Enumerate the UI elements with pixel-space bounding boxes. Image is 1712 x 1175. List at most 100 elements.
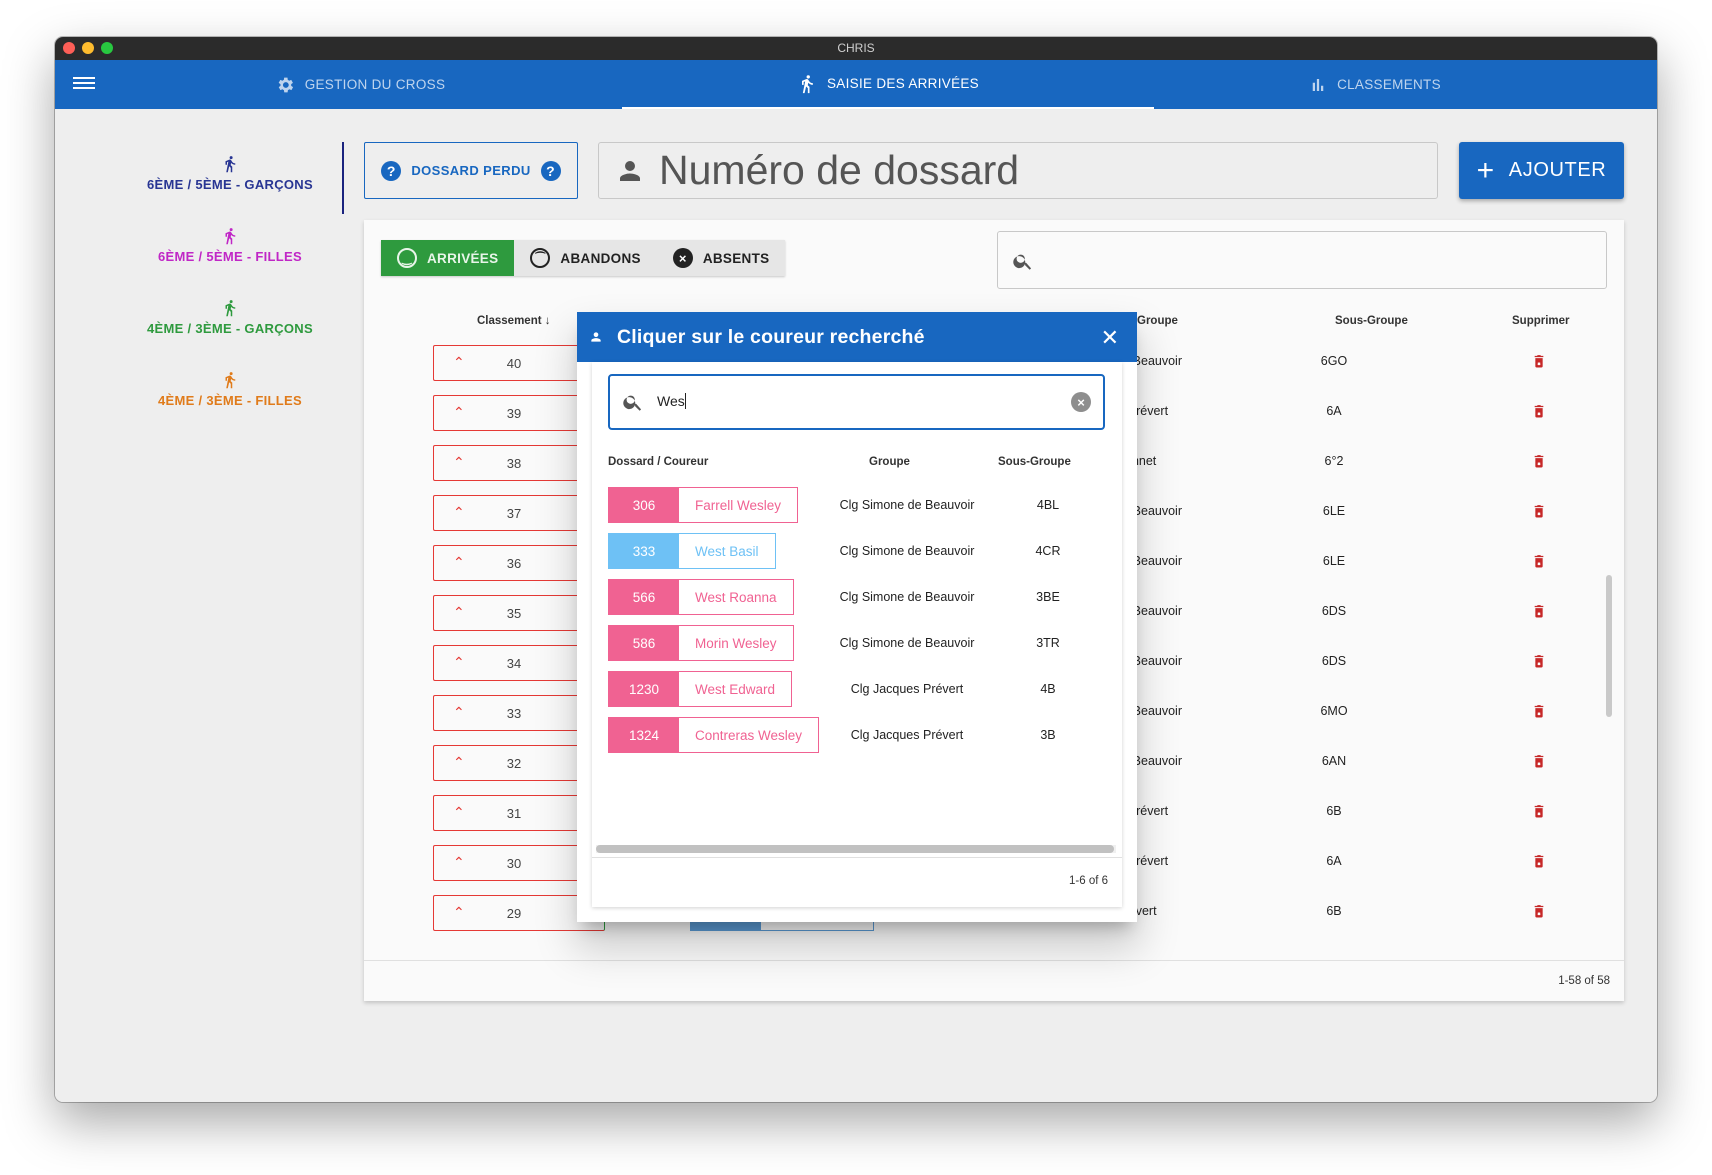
segment-label: ABANDONS	[560, 250, 641, 266]
bib-number: 1230	[609, 672, 679, 706]
chevron-up-icon[interactable]: ⌃	[453, 404, 465, 421]
dialog-header: Cliquer sur le coureur recherché ✕	[577, 312, 1137, 362]
close-window-button[interactable]	[63, 42, 75, 54]
hamburger-menu-icon[interactable]	[73, 74, 95, 94]
runner-icon	[225, 300, 236, 317]
delete-icon[interactable]	[1531, 852, 1547, 871]
delete-icon[interactable]	[1531, 902, 1547, 921]
lost-bib-button[interactable]: ? DOSSARD PERDU ?	[364, 142, 578, 199]
gear-icon	[278, 77, 293, 92]
delete-icon[interactable]	[1531, 702, 1547, 721]
sidebar-item-label: 6ÈME / 5ÈME - GARÇONS	[147, 177, 313, 192]
table-search-input[interactable]	[997, 231, 1607, 289]
person-icon	[620, 160, 640, 181]
result-group: Clg Simone de Beauvoir	[839, 636, 975, 650]
result-subgroup: 4B	[1040, 682, 1056, 696]
chevron-up-icon[interactable]: ⌃	[453, 554, 465, 571]
dialog-title: Cliquer sur le coureur recherché	[617, 325, 925, 348]
horizontal-scrollbar[interactable]	[596, 845, 1116, 853]
chevron-up-icon[interactable]: ⌃	[453, 754, 465, 771]
segment-arrivees[interactable]: ‿ ARRIVÉES	[381, 240, 515, 276]
chevron-up-icon[interactable]: ⌃	[453, 454, 465, 471]
subgroup-cell: 6LE	[1322, 504, 1346, 518]
chevron-up-icon[interactable]: ⌃	[453, 654, 465, 671]
sidebar-item-6-5-garcons[interactable]: 6ÈME / 5ÈME - GARÇONS	[115, 153, 345, 192]
chevron-up-icon[interactable]: ⌃	[453, 504, 465, 521]
runner-chip[interactable]: 1324 Contreras Wesley	[608, 717, 820, 753]
delete-icon[interactable]	[1531, 652, 1547, 671]
vertical-scrollbar[interactable]	[1606, 575, 1612, 717]
runner-chip[interactable]: 333 West Basil	[608, 533, 776, 569]
runner-search-dialog: Cliquer sur le coureur recherché ✕ Wes ×…	[577, 312, 1137, 922]
top-app-bar: GESTION DU CROSS SAISIE DES ARRIVÉES CLA…	[55, 60, 1657, 109]
segment-label: ABSENTS	[702, 250, 770, 266]
runner-chip[interactable]: 566 West Roanna	[608, 579, 794, 615]
delete-icon[interactable]	[1531, 752, 1547, 771]
tab-saisie-des-arrivees[interactable]: SAISIE DES ARRIVÉES	[622, 60, 1154, 109]
search-result-row[interactable]: 586 Morin Wesley Clg Simone de Beauvoir …	[608, 625, 1108, 675]
clear-search-icon[interactable]: ×	[1071, 392, 1091, 412]
chevron-up-icon[interactable]: ⌃	[453, 704, 465, 721]
chevron-up-icon[interactable]: ⌃	[453, 604, 465, 621]
delete-icon[interactable]	[1531, 402, 1547, 421]
rank-value: 32	[506, 756, 522, 771]
runner-name: West Roanna	[695, 589, 777, 605]
col-header-subgroup[interactable]: Sous-Groupe	[1335, 315, 1408, 327]
window-titlebar: CHRIS	[55, 37, 1657, 60]
tab-gestion-du-cross[interactable]: GESTION DU CROSS	[235, 60, 485, 109]
result-group: Clg Jacques Prévert	[850, 682, 964, 696]
bib-number-placeholder: Numéro de dossard	[659, 147, 1020, 193]
runner-chip[interactable]: 586 Morin Wesley	[608, 625, 794, 661]
segment-abandons[interactable]: ⁀ ABANDONS	[514, 240, 656, 276]
chevron-up-icon[interactable]: ⌃	[453, 354, 465, 371]
sidebar-active-indicator	[342, 142, 344, 214]
chevron-up-icon[interactable]: ⌃	[453, 904, 465, 921]
delete-icon[interactable]	[1531, 552, 1547, 571]
bib-number-input[interactable]: Numéro de dossard	[598, 142, 1438, 199]
bib-number: 333	[609, 534, 679, 568]
search-result-row[interactable]: 1324 Contreras Wesley Clg Jacques Préver…	[608, 717, 1108, 767]
delete-icon[interactable]	[1531, 502, 1547, 521]
dialog-col-subgroup: Sous-Groupe	[998, 456, 1071, 468]
zoom-window-button[interactable]	[101, 42, 113, 54]
col-header-group[interactable]: Groupe	[1137, 315, 1178, 327]
tab-classements[interactable]: CLASSEMENTS	[1275, 60, 1475, 109]
sidebar-item-4-3-garcons[interactable]: 4ÈME / 3ÈME - GARÇONS	[115, 297, 345, 336]
help-icon: ?	[381, 160, 402, 181]
tab-label: SAISIE DES ARRIVÉES	[826, 76, 979, 91]
bib-number: 306	[609, 488, 679, 522]
subgroup-cell: 6B	[1326, 904, 1342, 918]
result-subgroup: 3BE	[1036, 590, 1060, 604]
runner-chip[interactable]: 306 Farrell Wesley	[608, 487, 799, 523]
close-icon[interactable]: ✕	[1101, 325, 1119, 351]
delete-icon[interactable]	[1531, 452, 1547, 471]
rank-value: 33	[506, 706, 522, 721]
runner-icon	[801, 74, 813, 93]
runner-chip[interactable]: 1230 West Edward	[608, 671, 793, 707]
runner-search-input[interactable]: Wes ×	[608, 374, 1105, 430]
runner-name: West Edward	[695, 681, 776, 697]
delete-icon[interactable]	[1531, 352, 1547, 371]
sidebar-item-4-3-filles[interactable]: 4ÈME / 3ÈME - FILLES	[115, 369, 345, 408]
dialog-col-group: Groupe	[869, 456, 910, 468]
search-result-row[interactable]: 306 Farrell Wesley Clg Simone de Beauvoi…	[608, 487, 1108, 537]
add-button[interactable]: + AJOUTER	[1459, 142, 1624, 199]
sidebar-item-label: 4ÈME / 3ÈME - FILLES	[158, 393, 302, 408]
rank-value: 37	[506, 506, 522, 521]
col-header-rank[interactable]: Classement ↓	[477, 315, 551, 327]
app-window: CHRIS GESTION DU CROSS SAISIE DES ARRIVÉ…	[55, 37, 1657, 1102]
search-result-row[interactable]: 1230 West Edward Clg Jacques Prévert 4B	[608, 671, 1108, 721]
result-subgroup: 3TR	[1036, 636, 1060, 650]
minimize-window-button[interactable]	[82, 42, 94, 54]
segment-absents[interactable]: × ABSENTS	[657, 240, 786, 276]
delete-icon[interactable]	[1531, 802, 1547, 821]
chevron-up-icon[interactable]: ⌃	[453, 804, 465, 821]
chevron-up-icon[interactable]: ⌃	[453, 854, 465, 871]
delete-icon[interactable]	[1531, 602, 1547, 621]
search-icon	[1013, 254, 1032, 270]
sidebar-item-6-5-filles[interactable]: 6ÈME / 5ÈME - FILLES	[115, 225, 345, 264]
search-result-row[interactable]: 333 West Basil Clg Simone de Beauvoir 4C…	[608, 533, 1108, 583]
search-result-row[interactable]: 566 West Roanna Clg Simone de Beauvoir 3…	[608, 579, 1108, 629]
rank-value: 36	[506, 556, 522, 571]
subgroup-cell: 6°2	[1324, 454, 1344, 468]
